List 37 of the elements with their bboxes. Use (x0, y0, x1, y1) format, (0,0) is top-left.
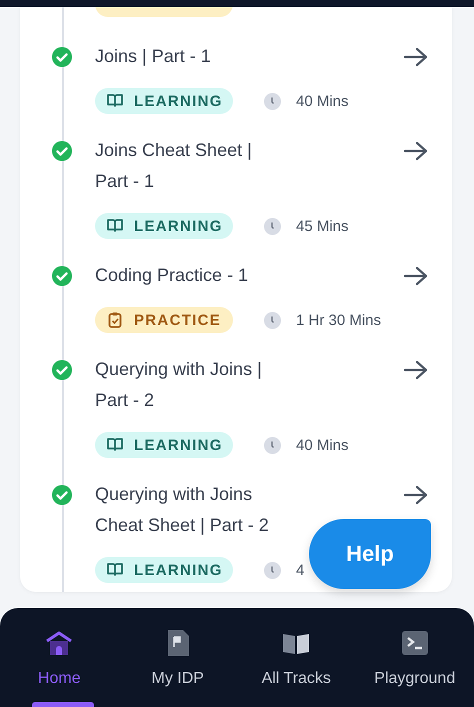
lesson-title[interactable]: Querying with Joins | Part - 2 (95, 354, 280, 416)
lesson-title[interactable]: Querying with Joins Cheat Sheet | Part - 2 (95, 479, 280, 541)
arrow-icon[interactable] (403, 265, 429, 287)
duration-text: 40 Mins (296, 436, 349, 454)
arrow-icon[interactable] (403, 359, 429, 381)
clock-icon (264, 436, 281, 454)
book-icon (106, 217, 124, 235)
book-icon (106, 436, 124, 454)
arrow-icon[interactable] (403, 484, 429, 506)
lesson-title[interactable]: Joins Cheat Sheet | Part - 1 (95, 135, 280, 197)
clock-icon (264, 312, 281, 328)
clock-icon (264, 92, 281, 110)
arrow-icon[interactable] (403, 140, 429, 162)
type-tag: LEARNING (95, 432, 233, 458)
book-icon (106, 561, 124, 579)
nav-tab[interactable]: Home (0, 608, 118, 707)
type-tag: LEARNING (95, 88, 233, 114)
nav-tab[interactable]: My IDP (118, 608, 237, 707)
lesson-title[interactable]: Joins | Part - 1 (95, 41, 280, 72)
clock-icon (264, 218, 281, 234)
active-indicator (32, 702, 94, 707)
type-tag: LEARNING (95, 557, 233, 583)
type-tag: PRACTICE (95, 307, 233, 333)
lesson-title[interactable]: Coding Practice - 1 (95, 260, 280, 291)
terminal-icon (400, 628, 430, 658)
nav-tab[interactable]: Playground (356, 608, 474, 707)
duration-text: 45 Mins (296, 218, 349, 234)
help-button[interactable]: Help (309, 519, 431, 589)
duration-text: 4 (296, 562, 304, 578)
book-icon (106, 92, 124, 110)
duration-text: 1 Hr 30 Mins (296, 312, 382, 328)
clipboard-icon (106, 311, 124, 329)
clock-icon (264, 562, 281, 578)
nav-tab[interactable]: All Tracks (237, 608, 356, 707)
arrow-icon[interactable] (403, 46, 429, 68)
type-tag: LEARNING (95, 213, 233, 239)
duration-text: 40 Mins (296, 92, 349, 110)
